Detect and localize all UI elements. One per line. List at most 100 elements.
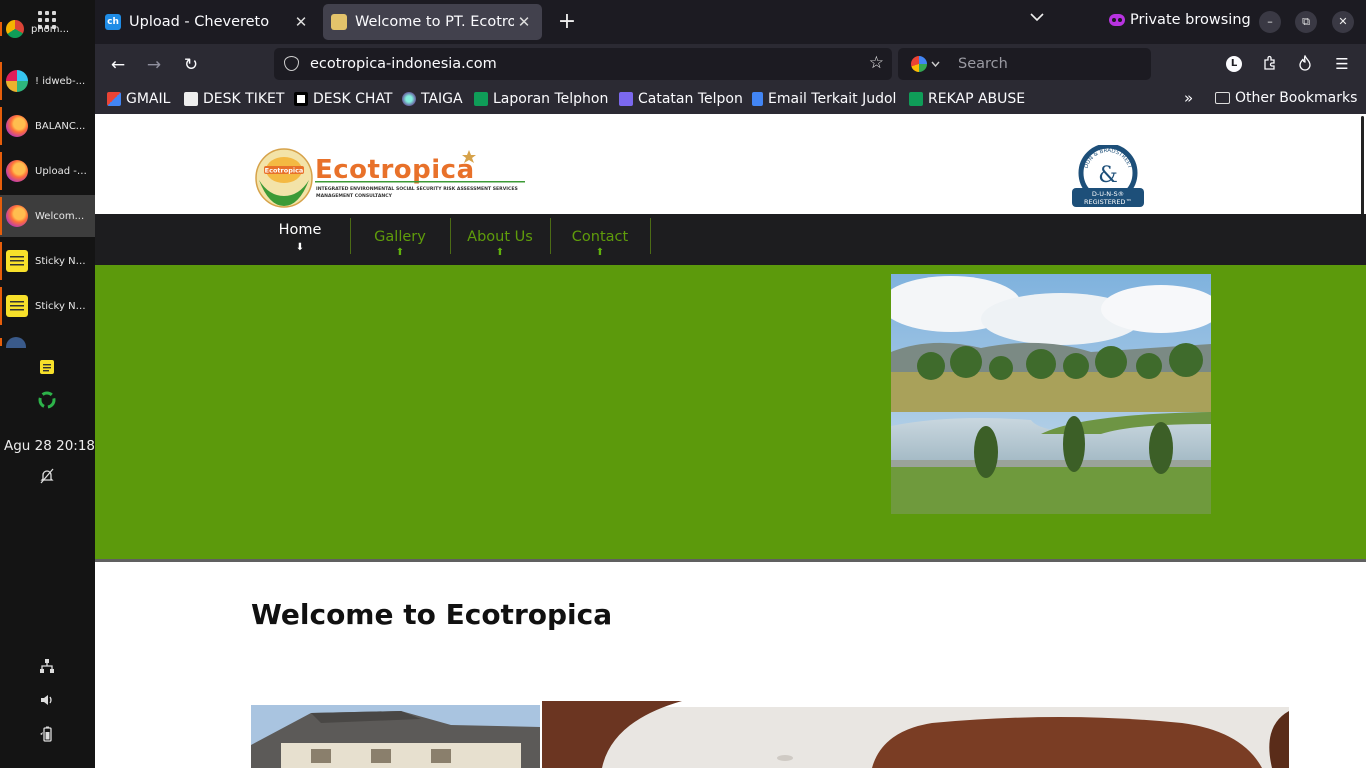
new-tab-button[interactable]: + <box>554 9 580 35</box>
hero-banner <box>95 265 1366 562</box>
svg-text:Ecotropica: Ecotropica <box>315 155 475 185</box>
slack-icon <box>6 70 28 92</box>
chevron-down-icon <box>930 61 940 67</box>
taskbar-item-sticky-notes-1[interactable]: Sticky No... <box>0 240 95 282</box>
ecotropica-favicon-icon <box>331 14 347 30</box>
bookmark-label: DESK CHAT <box>313 91 393 107</box>
gmail-icon <box>107 92 121 106</box>
search-input[interactable]: Search <box>958 56 1008 72</box>
menu-item-about-us[interactable]: About Us ⬆ <box>450 214 550 258</box>
bookmark-label: DESK TIKET <box>203 91 285 107</box>
bookmark-gmail[interactable]: GMAIL <box>107 90 170 108</box>
taskbar-item-firefox-balance[interactable]: BALANC... <box>0 105 95 147</box>
duns-registered-seal[interactable]: DUN & BRADSTREET & D-U-N-S® REGISTERED™ <box>1071 145 1145 209</box>
search-engine-selector[interactable] <box>902 52 948 76</box>
url-text[interactable]: ecotropica-indonesia.com <box>310 56 497 72</box>
ecotropica-logo[interactable]: Ecotropica Ecotropica INTEGRATED ENVIRON… <box>255 146 527 210</box>
arrow-up-icon: ⬆ <box>495 247 505 258</box>
other-bookmarks-label: Other Bookmarks <box>1235 90 1358 106</box>
bookmark-label: GMAIL <box>126 91 171 107</box>
private-browsing-label: Private browsing <box>1130 12 1251 28</box>
taskbar-item-label: Upload - ... <box>35 165 89 177</box>
bookmark-desk-tiket[interactable]: DESK TIKET <box>184 90 284 108</box>
close-icon[interactable]: ✕ <box>514 13 534 31</box>
search-bar[interactable]: Search <box>898 48 1151 80</box>
taskbar-item-partial[interactable] <box>0 336 95 348</box>
taskbar-item-firefox-welcome[interactable]: Welcom... <box>0 195 95 237</box>
bookmark-rekap-abuse[interactable]: REKAP ABUSE <box>909 90 1025 108</box>
taskbar-item-label: ! idweb-... <box>35 75 86 87</box>
address-bar[interactable]: ecotropica-indonesia.com ☆ <box>274 48 892 80</box>
firefox-icon <box>6 115 28 137</box>
bookmark-taiga[interactable]: TAIGA <box>402 90 463 108</box>
taskbar-item-firefox-upload[interactable]: Upload - ... <box>0 150 95 192</box>
other-bookmarks-folder[interactable]: Other Bookmarks <box>1215 90 1357 106</box>
private-browsing-indicator: Private browsing <box>1109 12 1251 28</box>
bookmarks-toolbar: GMAIL DESK TIKET DESK CHAT TAIGA Laporan… <box>95 84 1366 114</box>
desk-icon <box>294 92 308 106</box>
close-window-button[interactable]: ✕ <box>1332 11 1354 33</box>
tab-title: Upload - Chevereto <box>129 14 270 30</box>
taskbar-item-label: phom... <box>31 23 70 35</box>
bookmark-catatan-telpon[interactable]: Catatan Telpon <box>619 90 743 108</box>
building-photo <box>251 705 540 768</box>
svg-text:Ecotropica: Ecotropica <box>265 167 304 175</box>
tab-title: Welcome to PT. Ecotropica <box>355 14 514 30</box>
svg-text:MANAGEMENT CONSULTANCY: MANAGEMENT CONSULTANCY <box>316 193 393 199</box>
taskbar-item-label: BALANC... <box>35 120 86 132</box>
volume-icon[interactable] <box>38 692 56 710</box>
extensions-icon[interactable] <box>1261 55 1279 73</box>
back-button[interactable]: ← <box>105 52 131 78</box>
menu-label: Gallery <box>374 229 426 245</box>
notifications-muted-icon[interactable] <box>38 468 56 486</box>
more-bookmarks-chevron-icon[interactable]: » <box>1184 89 1193 107</box>
battery-icon[interactable] <box>38 726 56 744</box>
list-all-tabs-chevron-icon[interactable] <box>1030 10 1044 26</box>
recycle-icon[interactable] <box>38 391 56 409</box>
menu-item-gallery[interactable]: Gallery ⬆ <box>350 214 450 258</box>
account-icon[interactable]: L <box>1226 56 1242 72</box>
chrome-icon <box>6 20 24 38</box>
bookmark-label: Laporan Telphon <box>493 91 609 107</box>
sheets-icon <box>474 92 488 106</box>
firefox-view-icon[interactable] <box>1296 54 1314 73</box>
taskbar-item-sticky-notes-2[interactable]: Sticky No... <box>0 285 95 327</box>
site-main-navigation: Home ⬇ Gallery ⬆ About Us ⬆ Contact ⬆ <box>95 214 1366 265</box>
tab-upload-chevereto[interactable]: ch Upload - Chevereto ✕ <box>97 4 319 40</box>
site-security-icon[interactable] <box>284 56 299 71</box>
bookmark-label: Email Terkait Judol <box>768 91 897 107</box>
google-icon <box>910 56 927 72</box>
restore-button[interactable]: ⧉ <box>1295 11 1317 33</box>
svg-text:&: & <box>1098 163 1118 188</box>
menu-item-contact[interactable]: Contact ⬆ <box>550 214 650 258</box>
bookmark-label: TAIGA <box>421 91 463 107</box>
bookmark-label: Catatan Telpon <box>638 91 743 107</box>
web-page: Ecotropica Ecotropica INTEGRATED ENVIRON… <box>95 114 1366 768</box>
tab-welcome-ecotropica[interactable]: Welcome to PT. Ecotropica ✕ <box>323 4 542 40</box>
navigation-toolbar: ← → ↻ ecotropica-indonesia.com ☆ Search … <box>95 44 1366 84</box>
bookmark-email-terkait-judol[interactable]: Email Terkait Judol <box>752 90 896 108</box>
taskbar-item-slack[interactable]: ! idweb-... <box>0 60 95 102</box>
bookmark-star-icon[interactable]: ☆ <box>869 53 884 73</box>
menu-hamburger-icon[interactable]: ☰ <box>1333 55 1351 73</box>
bookmark-laporan-telphon[interactable]: Laporan Telphon <box>474 90 608 108</box>
clock[interactable]: Agu 28 20:18 <box>4 438 95 454</box>
taskbar: phom... ! idweb-... BALANC... Upload - .… <box>0 0 95 768</box>
menu-item-home[interactable]: Home ⬇ <box>250 214 350 258</box>
firefox-icon <box>6 205 28 227</box>
sticky-notes-tray-icon[interactable] <box>38 359 56 377</box>
forward-button[interactable]: → <box>141 52 167 78</box>
network-icon[interactable] <box>38 658 56 676</box>
bookmark-desk-chat[interactable]: DESK CHAT <box>294 90 393 108</box>
reload-button[interactable]: ↻ <box>178 52 204 78</box>
menu-divider <box>650 218 651 254</box>
desk-icon <box>184 92 198 106</box>
minimize-button[interactable]: – <box>1259 11 1281 33</box>
svg-text:REGISTERED™: REGISTERED™ <box>1084 198 1132 206</box>
sheets-icon <box>909 92 923 106</box>
close-icon[interactable]: ✕ <box>291 13 311 31</box>
tab-bar: ch Upload - Chevereto ✕ Welcome to PT. E… <box>95 0 1366 44</box>
taskbar-item-chrome[interactable]: phom... <box>0 20 95 38</box>
taskbar-item-label: Sticky No... <box>35 300 89 312</box>
svg-text:INTEGRATED ENVIRONMENTAL SOCIA: INTEGRATED ENVIRONMENTAL SOCIAL SECURITY… <box>316 186 518 192</box>
